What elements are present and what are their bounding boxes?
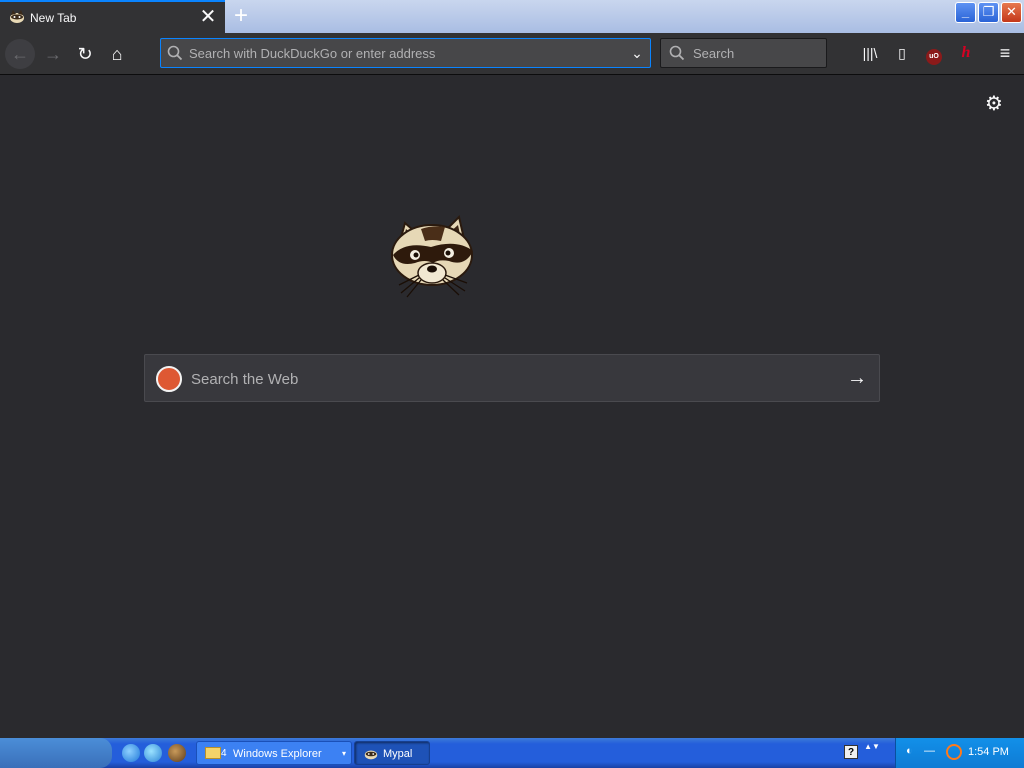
tab-title: New Tab [30, 11, 77, 25]
search-input[interactable] [693, 43, 818, 63]
library-icon[interactable]: |||\ [858, 41, 882, 65]
web-search-input[interactable] [191, 368, 831, 390]
taskbar-group-windows-explorer[interactable]: 4 Windows Explorer ▾ [196, 741, 352, 765]
duckduckgo-icon [156, 366, 182, 392]
new-tab-page: ⚙ → [0, 75, 1024, 738]
chevron-down-icon: ▾ [342, 749, 347, 758]
maximize-button[interactable]: ❐ [978, 2, 999, 23]
system-tray: ◐ ― 1:54 PM [895, 738, 1024, 768]
ublock-extension-button[interactable]: uO [922, 41, 946, 65]
network-icon[interactable]: ◐ [906, 745, 920, 759]
close-window-button[interactable]: ✕ [1001, 2, 1022, 23]
browser-quicklaunch-icon[interactable] [144, 744, 162, 762]
address-input[interactable] [189, 43, 619, 63]
mypal-raccoon-icon [10, 10, 24, 23]
chevron-down-icon[interactable]: ⌄ [627, 43, 647, 63]
language-bar-arrows-icon[interactable]: ▲▼ [864, 742, 880, 764]
forward-button[interactable]: → [38, 39, 68, 69]
search-icon [669, 45, 685, 61]
volume-icon[interactable]: ― [924, 745, 938, 759]
tab-new-tab[interactable]: New Tab ✕ [0, 0, 225, 33]
clock[interactable]: 1:54 PM [968, 746, 1009, 758]
search-tray-icon[interactable] [946, 744, 962, 760]
taskbar-item-label: Windows Explorer [233, 748, 322, 760]
web-search-box[interactable]: → [144, 354, 880, 402]
mypal-raccoon-logo [391, 215, 473, 298]
internet-explorer-icon[interactable] [122, 744, 140, 762]
taskbar: 4 Windows Explorer ▾ Mypal ? ▲▼ ◐ ― 1:54… [0, 738, 1024, 768]
folder-icon [205, 747, 221, 759]
home-button[interactable]: ⌂ [102, 39, 132, 69]
search-icon [167, 45, 183, 61]
gear-icon[interactable]: ⚙ [982, 92, 1006, 116]
mypal-quicklaunch-icon[interactable] [168, 744, 186, 762]
reload-button[interactable]: ↻ [70, 39, 100, 69]
mypal-raccoon-icon [364, 750, 378, 760]
help-icon[interactable]: ? [844, 745, 858, 759]
search-submit-arrow-icon[interactable]: → [845, 366, 869, 390]
extension-button[interactable]: h [954, 41, 978, 65]
tab-strip: New Tab ✕ + _ ❐ ✕ [0, 0, 1024, 33]
back-button[interactable]: ← [5, 39, 35, 69]
start-button[interactable] [0, 738, 112, 768]
hamburger-menu-icon[interactable]: ≡ [993, 41, 1017, 65]
url-bar[interactable]: ⌄ [160, 38, 651, 68]
window-count: 4 [221, 748, 227, 759]
taskbar-item-mypal[interactable]: Mypal [354, 741, 430, 765]
navigation-toolbar: ← → ↻ ⌂ ⌄ |||\ ▯ uO h ≡ [0, 33, 1024, 75]
new-tab-button[interactable]: + [228, 3, 254, 29]
ublock-icon: uO [926, 49, 942, 65]
search-bar[interactable] [660, 38, 827, 68]
close-tab-icon[interactable]: ✕ [198, 6, 218, 28]
sidebar-toggle-icon[interactable]: ▯ [890, 41, 914, 65]
taskbar-item-label: Mypal [383, 748, 413, 760]
minimize-button[interactable]: _ [955, 2, 976, 23]
